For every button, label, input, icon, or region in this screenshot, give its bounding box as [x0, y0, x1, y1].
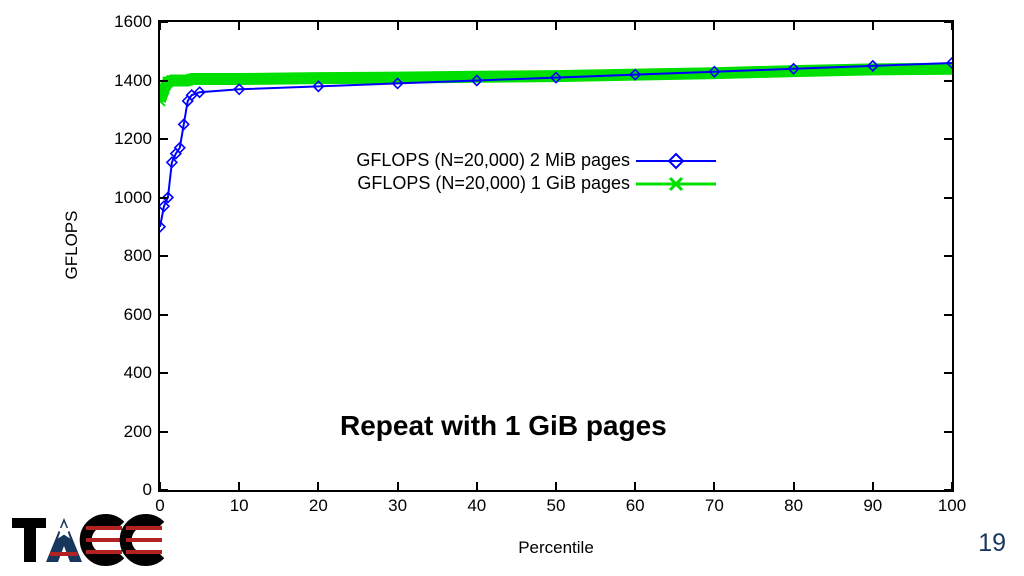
legend: GFLOPS (N=20,000) 2 MiB pages GFLOPS (N=…	[330, 150, 716, 196]
legend-label-1: GFLOPS (N=20,000) 2 MiB pages	[330, 150, 636, 171]
x-tick-mark	[872, 22, 874, 30]
x-tick-mark	[872, 482, 874, 490]
x-tick-mark	[159, 22, 161, 30]
y-tick-label: 200	[124, 422, 160, 442]
y-axis-label: GFLOPS	[62, 211, 82, 280]
y-tick-mark	[944, 197, 952, 199]
y-tick-label: 1600	[114, 12, 160, 32]
page-number: 19	[978, 529, 1006, 558]
x-tick-label: 70	[705, 490, 724, 516]
legend-sample-1	[636, 151, 716, 171]
x-tick-mark	[951, 22, 953, 30]
x-tick-mark	[634, 482, 636, 490]
x-tick-mark	[238, 482, 240, 490]
y-tick-mark	[160, 431, 168, 433]
tacc-logo	[10, 512, 170, 566]
y-tick-mark	[160, 314, 168, 316]
x-axis-label: Percentile	[518, 538, 594, 558]
y-tick-mark	[944, 255, 952, 257]
x-tick-mark	[476, 22, 478, 30]
x-tick-label: 90	[863, 490, 882, 516]
x-tick-label: 10	[230, 490, 249, 516]
y-tick-mark	[944, 138, 952, 140]
x-tick-mark	[555, 22, 557, 30]
y-tick-label: 400	[124, 363, 160, 383]
legend-entry-1: GFLOPS (N=20,000) 2 MiB pages	[330, 150, 716, 171]
y-tick-mark	[160, 21, 168, 23]
y-tick-mark	[160, 138, 168, 140]
y-tick-label: 1400	[114, 71, 160, 91]
x-tick-mark	[397, 482, 399, 490]
x-tick-label: 40	[467, 490, 486, 516]
x-tick-label: 100	[938, 490, 966, 516]
y-tick-mark	[944, 80, 952, 82]
x-tick-mark	[397, 22, 399, 30]
plot-area: GFLOPS (N=20,000) 2 MiB pages GFLOPS (N=…	[158, 20, 954, 492]
x-tick-label: 30	[388, 490, 407, 516]
y-tick-label: 800	[124, 246, 160, 266]
y-tick-mark	[944, 372, 952, 374]
y-tick-mark	[944, 314, 952, 316]
y-tick-label: 1200	[114, 129, 160, 149]
y-tick-mark	[944, 431, 952, 433]
y-tick-label: 600	[124, 305, 160, 325]
y-tick-mark	[160, 80, 168, 82]
x-tick-mark	[238, 22, 240, 30]
legend-sample-2	[636, 174, 716, 194]
x-tick-mark	[317, 22, 319, 30]
y-tick-mark	[160, 255, 168, 257]
legend-label-2: GFLOPS (N=20,000) 1 GiB pages	[330, 173, 636, 194]
x-tick-mark	[159, 482, 161, 490]
x-tick-mark	[317, 482, 319, 490]
x-tick-mark	[634, 22, 636, 30]
y-tick-mark	[160, 197, 168, 199]
x-tick-label: 20	[309, 490, 328, 516]
y-tick-label: 1000	[114, 188, 160, 208]
x-tick-mark	[793, 482, 795, 490]
x-tick-mark	[555, 482, 557, 490]
x-tick-mark	[713, 482, 715, 490]
x-tick-mark	[793, 22, 795, 30]
legend-entry-2: GFLOPS (N=20,000) 1 GiB pages	[330, 173, 716, 194]
x-tick-mark	[713, 22, 715, 30]
y-tick-mark	[160, 372, 168, 374]
x-tick-mark	[951, 482, 953, 490]
x-tick-label: 80	[784, 490, 803, 516]
x-tick-mark	[476, 482, 478, 490]
x-tick-label: 50	[547, 490, 566, 516]
slide: { "chart_data": { "type": "line", "xlabe…	[0, 0, 1024, 576]
x-tick-label: 60	[626, 490, 645, 516]
plot-caption: Repeat with 1 GiB pages	[340, 410, 667, 442]
